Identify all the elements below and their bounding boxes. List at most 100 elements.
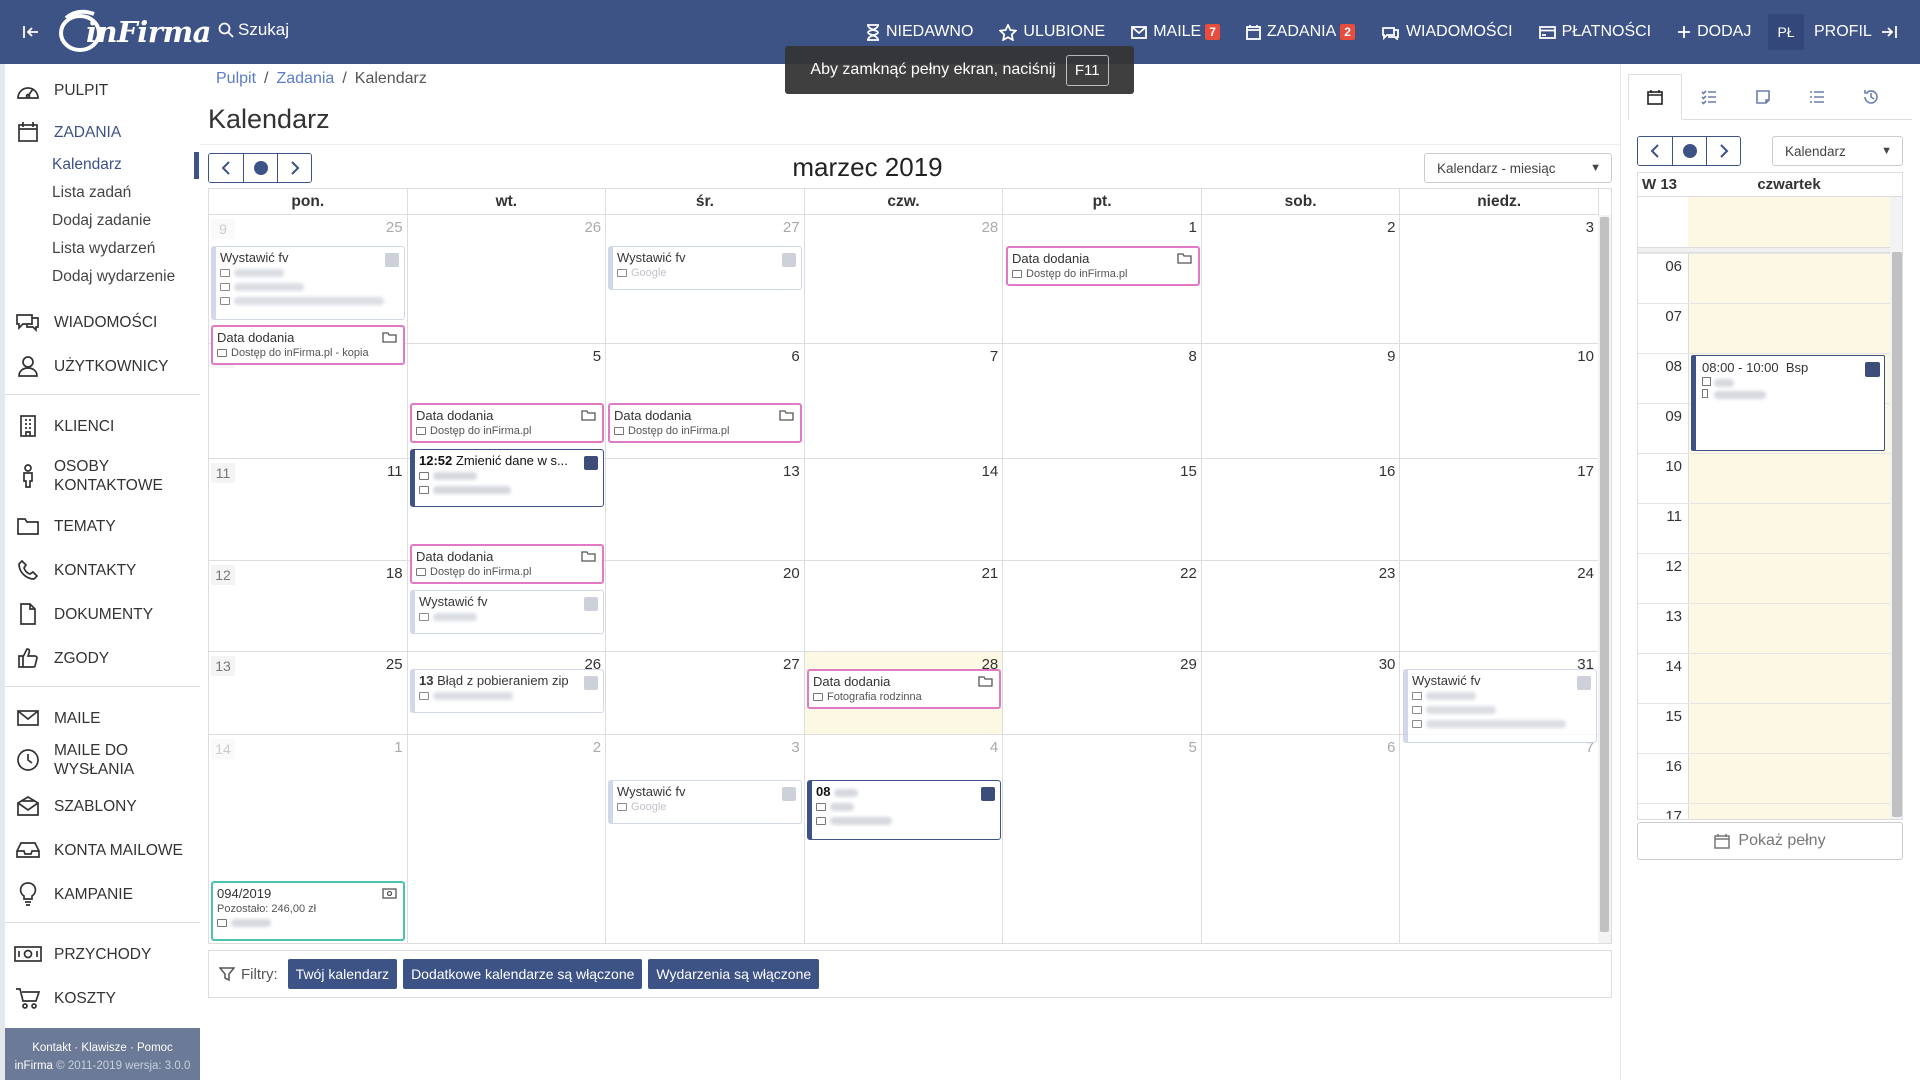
- hour-row[interactable]: 15: [1638, 703, 1890, 753]
- hour-row[interactable]: 12: [1638, 553, 1890, 603]
- sidebar-sub-dodaj-zadanie[interactable]: Dodaj zadanie: [52, 212, 151, 230]
- sidebar-item-wiadomosci[interactable]: WIADOMOŚCI: [5, 306, 200, 338]
- footer-links[interactable]: Kontakt · Klawisze · Pomoc: [5, 1039, 200, 1057]
- event-data-dodania[interactable]: Data dodania Dostęp do inFirma.pl: [410, 544, 604, 584]
- nav-payments[interactable]: PŁATNOŚCI: [1538, 23, 1651, 41]
- tab-list[interactable]: [1790, 74, 1844, 120]
- event-task[interactable]: Wystawić fv Google: [608, 246, 802, 290]
- day-scrollbar[interactable]: [1890, 197, 1902, 819]
- day-cell[interactable]: 14: [804, 459, 1004, 561]
- tab-history[interactable]: [1844, 74, 1898, 120]
- sidebar-item-maile-do-wyslania[interactable]: MAILE DO WYSŁANIA: [5, 738, 200, 782]
- sidebar-sub-kalendarz[interactable]: Kalendarz: [52, 156, 122, 174]
- day-cell[interactable]: 9: [1201, 344, 1401, 459]
- week-number[interactable]: 13: [211, 656, 235, 676]
- collapse-sidebar-icon[interactable]: [18, 20, 44, 44]
- nav-favorites[interactable]: ULUBIONE: [999, 23, 1105, 41]
- day-cell[interactable]: 5: [1003, 735, 1202, 943]
- day-cell[interactable]: 21: [804, 561, 1004, 652]
- sidebar-item-uzytkownicy[interactable]: UŻYTKOWNICY: [5, 350, 200, 382]
- hour-row[interactable]: 11: [1638, 503, 1890, 553]
- sidebar-item-koszty[interactable]: KOSZTY: [5, 982, 200, 1014]
- profile-button[interactable]: PŁ PROFIL: [1768, 12, 1872, 52]
- sidebar-item-kontakty[interactable]: KONTAKTY: [5, 554, 200, 586]
- day-cell[interactable]: 6: [1201, 735, 1401, 943]
- day-cell[interactable]: 29: [1003, 652, 1202, 735]
- event-task[interactable]: Wystawić fv Google: [608, 780, 802, 824]
- day-cell[interactable]: 7: [804, 344, 1004, 459]
- sidebar-item-osoby-kontaktowe[interactable]: OSOBY KONTAKTOWE: [5, 454, 200, 498]
- nav-add[interactable]: DODAJ: [1677, 23, 1751, 41]
- sidebar-sub-dodaj-wydarzenie[interactable]: Dodaj wydarzenie: [52, 268, 175, 286]
- day-cell[interactable]: 26: [407, 215, 607, 344]
- day-cell[interactable]: 11 11: [209, 459, 408, 561]
- event-data-dodania[interactable]: Data dodania Dostęp do inFirma.pl: [410, 403, 604, 443]
- event-data-dodania[interactable]: Data dodania Dostęp do inFirma.pl - kopi…: [211, 325, 405, 365]
- day-event[interactable]: 08:00 - 10:00 Bsp: [1691, 355, 1885, 451]
- day-cell[interactable]: 2: [1201, 215, 1401, 344]
- day-cell[interactable]: 20: [606, 561, 805, 652]
- hour-row[interactable]: 14: [1638, 653, 1890, 703]
- day-cell[interactable]: 23: [1201, 561, 1401, 652]
- nav-mails[interactable]: MAILE 7: [1131, 23, 1220, 41]
- nav-tasks[interactable]: ZADANIA 2: [1246, 23, 1355, 41]
- logo[interactable]: inFirma: [56, 8, 211, 56]
- right-calendar-select[interactable]: Kalendarz ▼: [1772, 136, 1903, 166]
- day-cell[interactable]: 27: [606, 652, 805, 735]
- event-invoice[interactable]: 094/2019 Pozostało: 246,00 zł: [211, 881, 405, 941]
- event-data-dodania[interactable]: Data dodania Dostęp do inFirma.pl: [608, 403, 802, 443]
- hour-row[interactable]: 07: [1638, 303, 1890, 353]
- day-cell[interactable]: 13: [606, 459, 805, 561]
- day-cell[interactable]: 2: [407, 735, 607, 943]
- day-cell[interactable]: 18 12: [209, 561, 408, 652]
- next-month-button[interactable]: [277, 154, 311, 182]
- filter-additional-calendars[interactable]: Dodatkowe kalendarze są włączone: [403, 959, 643, 989]
- week-number[interactable]: 14: [211, 739, 235, 759]
- filter-events[interactable]: Wydarzenia są włączone: [648, 959, 820, 989]
- day-cell[interactable]: 10: [1400, 344, 1599, 459]
- tab-tasks[interactable]: [1682, 74, 1736, 120]
- event-task[interactable]: 13 Błąd z pobieraniem zip: [410, 669, 604, 713]
- next-day-button[interactable]: [1706, 137, 1740, 165]
- day-cell[interactable]: 25 13: [209, 652, 408, 735]
- breadcrumb-zadania[interactable]: Zadania: [276, 70, 334, 88]
- calendar-scrollbar[interactable]: [1598, 215, 1611, 943]
- search-button[interactable]: Szukaj: [218, 20, 289, 40]
- scrollbar-thumb[interactable]: [1600, 217, 1609, 932]
- sidebar-item-zgody[interactable]: ZGODY: [5, 642, 200, 674]
- event-task[interactable]: 08: [807, 780, 1001, 840]
- logout-icon[interactable]: [1876, 20, 1902, 44]
- hour-row[interactable]: 16: [1638, 753, 1890, 803]
- nav-messages[interactable]: WIADOMOŚCI: [1381, 23, 1513, 41]
- event-task[interactable]: Wystawić fv: [211, 246, 405, 320]
- breadcrumb-pulpit[interactable]: Pulpit: [216, 70, 256, 88]
- view-select[interactable]: Kalendarz - miesiąc ▼: [1424, 153, 1612, 183]
- sidebar-item-przychody[interactable]: PRZYCHODY: [5, 938, 200, 970]
- sidebar-item-dokumenty[interactable]: DOKUMENTY: [5, 598, 200, 630]
- prev-day-button[interactable]: [1638, 137, 1672, 165]
- sidebar-item-maile[interactable]: MAILE: [5, 702, 200, 734]
- day-cell[interactable]: 15: [1003, 459, 1202, 561]
- tab-notes[interactable]: [1736, 74, 1790, 120]
- week-number[interactable]: 12: [211, 565, 235, 585]
- week-number[interactable]: 11: [211, 463, 235, 483]
- event-task[interactable]: 12:52 Zmienić dane w s...: [410, 449, 604, 507]
- sidebar-item-konta-mailowe[interactable]: KONTA MAILOWE: [5, 834, 200, 866]
- sidebar-item-szablony[interactable]: SZABLONY: [5, 790, 200, 822]
- event-data-dodania[interactable]: Data dodania Dostęp do inFirma.pl: [1006, 246, 1200, 286]
- day-cell[interactable]: 7: [1400, 735, 1599, 943]
- day-cell[interactable]: 24: [1400, 561, 1599, 652]
- sidebar-sub-lista-zadan[interactable]: Lista zadań: [52, 184, 131, 202]
- day-cell[interactable]: 8: [1003, 344, 1202, 459]
- hour-row[interactable]: 13: [1638, 603, 1890, 653]
- tab-calendar[interactable]: [1628, 74, 1682, 120]
- event-task[interactable]: Wystawić fv: [410, 590, 604, 634]
- day-cell[interactable]: 22: [1003, 561, 1202, 652]
- scrollbar-thumb[interactable]: [1892, 252, 1902, 817]
- sidebar-sub-lista-wydarzen[interactable]: Lista wydarzeń: [52, 240, 155, 258]
- today-button[interactable]: [243, 154, 277, 182]
- sidebar-item-pulpit[interactable]: PULPIT: [5, 74, 200, 106]
- day-cell[interactable]: 3: [606, 735, 805, 943]
- prev-month-button[interactable]: [209, 154, 243, 182]
- sidebar-item-kampanie[interactable]: KAMPANIE: [5, 878, 200, 910]
